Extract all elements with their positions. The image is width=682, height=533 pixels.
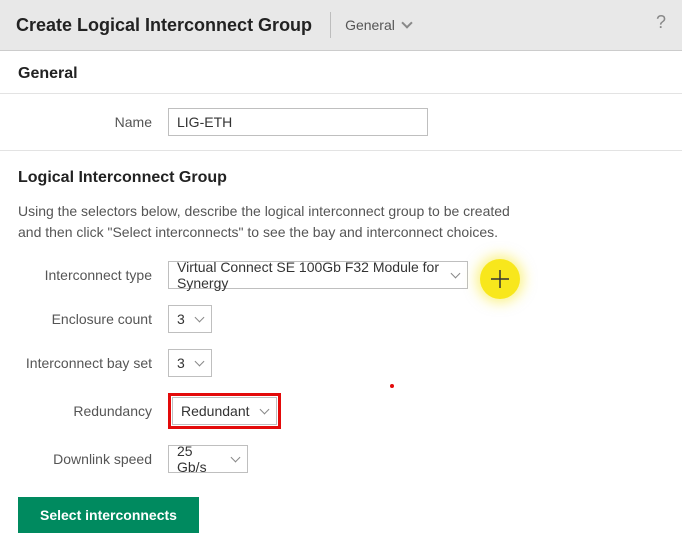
view-dropdown-label: General	[345, 17, 395, 33]
name-label: Name	[18, 114, 168, 130]
downlink-value: 25 Gb/s	[177, 443, 223, 475]
chevron-down-icon	[195, 313, 205, 323]
chevron-down-icon	[451, 269, 461, 279]
downlink-label: Downlink speed	[18, 451, 168, 467]
interconnect-type-select[interactable]: Virtual Connect SE 100Gb F32 Module for …	[168, 261, 468, 289]
bay-set-row: Interconnect bay set 3	[0, 339, 682, 383]
downlink-row: Downlink speed 25 Gb/s	[0, 435, 682, 479]
enclosure-count-value: 3	[177, 311, 185, 327]
interconnect-type-label: Interconnect type	[18, 267, 168, 283]
view-dropdown[interactable]: General	[345, 17, 411, 33]
redundancy-label: Redundancy	[18, 403, 168, 419]
redundancy-highlight: Redundant	[168, 393, 281, 429]
help-icon[interactable]: ?	[656, 12, 666, 33]
lig-section-title: Logical Interconnect Group	[0, 151, 682, 193]
lig-description: Using the selectors below, describe the …	[0, 193, 530, 251]
cursor-highlight	[480, 259, 520, 299]
plus-icon	[490, 269, 510, 289]
chevron-down-icon	[401, 17, 412, 28]
redundancy-value: Redundant	[181, 403, 250, 419]
annotation-dot	[390, 384, 394, 388]
general-section-title: General	[0, 51, 682, 93]
name-input[interactable]	[168, 108, 428, 136]
enclosure-count-label: Enclosure count	[18, 311, 168, 327]
redundancy-select[interactable]: Redundant	[172, 397, 277, 425]
bay-set-value: 3	[177, 355, 185, 371]
interconnect-type-value: Virtual Connect SE 100Gb F32 Module for …	[177, 259, 443, 291]
page-title: Create Logical Interconnect Group	[16, 15, 312, 36]
downlink-select[interactable]: 25 Gb/s	[168, 445, 248, 473]
chevron-down-icon	[260, 405, 270, 415]
header-bar: Create Logical Interconnect Group Genera…	[0, 0, 682, 51]
bay-set-select[interactable]: 3	[168, 349, 212, 377]
select-interconnects-button[interactable]: Select interconnects	[18, 497, 199, 533]
chevron-down-icon	[195, 357, 205, 367]
name-row: Name	[0, 94, 682, 150]
chevron-down-icon	[231, 453, 241, 463]
interconnect-type-row: Interconnect type Virtual Connect SE 100…	[0, 251, 682, 295]
bay-set-label: Interconnect bay set	[18, 355, 168, 371]
enclosure-count-row: Enclosure count 3	[0, 295, 682, 339]
header-divider	[330, 12, 331, 38]
enclosure-count-select[interactable]: 3	[168, 305, 212, 333]
redundancy-row: Redundancy Redundant	[0, 383, 682, 435]
